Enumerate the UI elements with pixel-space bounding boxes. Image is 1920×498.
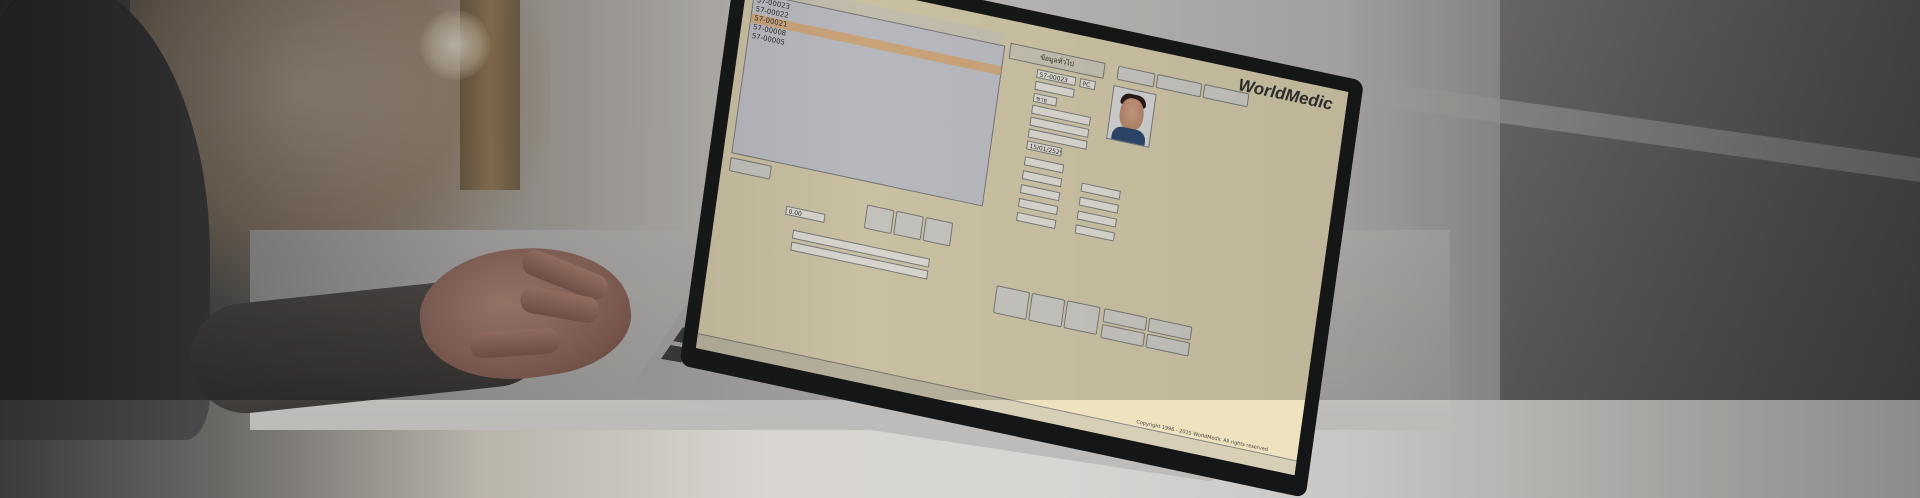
toolbar-button[interactable] (863, 204, 895, 235)
bottom-tool-button[interactable] (1063, 300, 1101, 336)
photo-scene: WorldMedic 57-00023 57-00022 57-00021 57… (0, 0, 1920, 498)
detail-field[interactable] (1074, 224, 1116, 242)
bookshelf (1500, 0, 1920, 400)
toolbar-button[interactable] (893, 210, 924, 241)
type-field[interactable]: PC (1079, 78, 1097, 91)
patient-photo (1106, 85, 1157, 148)
list-header-cell (878, 7, 882, 19)
top-action-button[interactable] (1116, 65, 1156, 88)
photo-shirt (1110, 124, 1147, 148)
price-field[interactable]: 0.00 (785, 205, 826, 223)
bottom-tool-button[interactable] (992, 285, 1031, 321)
bottom-tool-button[interactable] (1028, 292, 1066, 328)
detail-field[interactable] (1015, 211, 1057, 230)
top-action-button[interactable] (1155, 73, 1203, 98)
lamp-glow (420, 10, 490, 80)
list-header-cell (961, 24, 965, 36)
toolbar-button[interactable] (922, 216, 954, 247)
